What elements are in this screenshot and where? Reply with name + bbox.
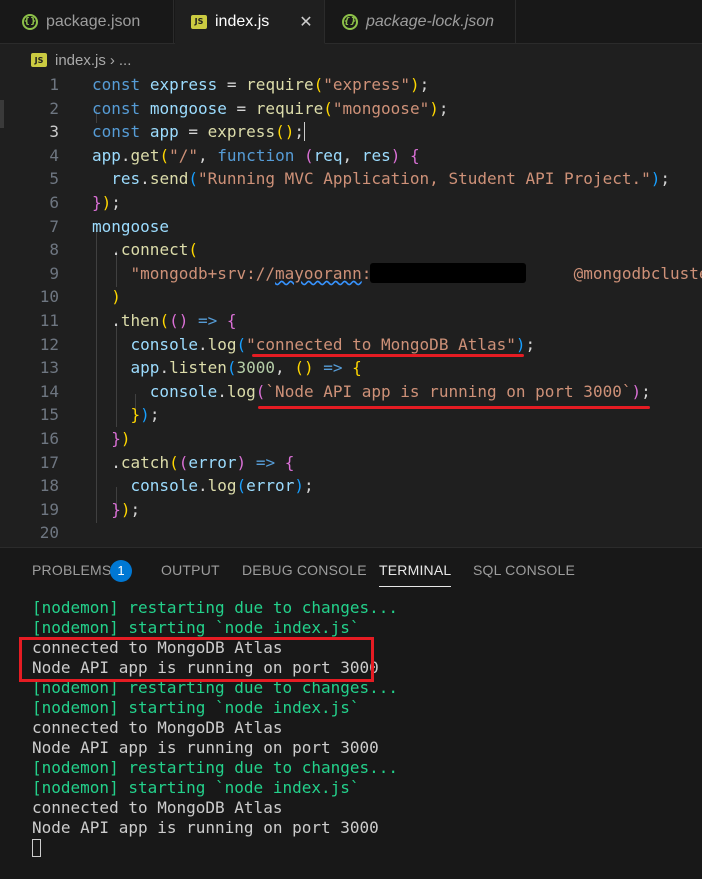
bottom-panel: PROBLEMS 1 OUTPUT DEBUG CONSOLE TERMINAL… [0,547,702,879]
code-line-13[interactable]: app.listen(3000, () => { [92,356,362,380]
code-line-6[interactable]: }); [92,191,121,215]
terminal-line: [nodemon] starting `node index.js` [32,778,360,797]
breadcrumb-separator: › [109,51,115,69]
tab-problems[interactable]: PROBLEMS [32,562,111,578]
line-number: 5 [49,169,59,189]
line-number-current: 3 [49,122,59,142]
line-number: 17 [39,452,59,472]
line-number: 19 [39,499,59,519]
js-icon: JS [191,14,207,29]
terminal-line: Node API app is running on port 3000 [32,818,379,837]
js-icon: JS [31,53,47,67]
code-line-14[interactable]: console.log(`Node API app is running on … [92,380,651,404]
terminal-line: [nodemon] starting `node index.js` [32,618,360,637]
line-number: 7 [49,216,59,236]
code-line-15[interactable]: }); [92,403,160,427]
code-line-16[interactable]: }) [92,427,130,451]
terminal-line: Node API app is running on port 3000 [32,738,379,757]
terminal-line: [nodemon] starting `node index.js` [32,698,360,717]
tab-package-json[interactable]: {} package.json [0,0,174,44]
tab-terminal[interactable]: TERMINAL [379,562,452,587]
annotation-underline [258,406,650,409]
terminal-line: connected to MongoDB Atlas [32,718,283,737]
code-line-17[interactable]: .catch((error) => { [92,451,294,475]
line-number: 18 [39,476,59,496]
line-number: 15 [39,405,59,425]
tab-label: package-lock.json [366,13,495,30]
line-number: 14 [39,381,59,401]
line-number: 11 [39,311,59,330]
code-line-2[interactable]: const mongoose = require("mongoose"); [92,97,448,121]
panel-tabs: PROBLEMS 1 OUTPUT DEBUG CONSOLE TERMINAL… [0,548,702,594]
line-number: 1 [49,75,59,94]
breadcrumb-more[interactable]: ... [119,52,132,69]
line-number: 20 [39,523,59,543]
line-number: 13 [39,358,59,378]
line-number: 6 [49,193,59,212]
tab-label: index.js [215,12,270,30]
editor-tab-bar: {} package.json JS index.js ✕ {} package… [0,0,702,44]
tab-index-js[interactable]: JS index.js ✕ [175,0,325,44]
code-line-10[interactable]: ) [92,285,121,309]
tab-label: package.json [46,13,141,30]
code-line-8[interactable]: .connect( [92,238,198,262]
line-number: 9 [49,263,59,283]
line-number: 4 [49,145,59,165]
line-number: 12 [39,334,59,354]
line-number: 2 [49,98,59,118]
code-line-19[interactable]: }); [92,498,140,522]
tab-output[interactable]: OUTPUT [161,562,220,578]
line-number: 16 [39,429,59,448]
annotation-box [19,637,374,682]
tab-sql-console[interactable]: SQL CONSOLE [473,562,575,578]
tab-debug-console[interactable]: DEBUG CONSOLE [242,562,367,578]
breadcrumb: JS index.js › ... [0,47,131,73]
terminal-line: [nodemon] restarting due to changes... [32,598,399,617]
code-line-4[interactable]: app.get("/", function (req, res) { [92,144,420,168]
code-editor[interactable]: 1 const express = require("express"); 2 co… [0,73,702,547]
breadcrumb-file[interactable]: index.js [55,52,106,69]
code-line-5[interactable]: res.send("Running MVC Application, Stude… [92,167,670,191]
terminal-cursor [32,839,41,857]
redacted-password [370,263,526,283]
code-line-11[interactable]: .then(() => { [92,309,236,333]
code-line-18[interactable]: console.log(error); [92,474,314,498]
close-icon[interactable]: ✕ [299,12,312,31]
json-icon: {} [342,14,358,30]
line-number: 8 [49,240,59,260]
code-line-3[interactable]: const app = express(); [92,120,315,144]
json-icon: {} [22,14,38,30]
line-number: 10 [39,287,59,307]
annotation-underline [252,354,524,357]
problems-count-badge: 1 [110,560,132,582]
terminal-line: [nodemon] restarting due to changes... [32,758,399,777]
terminal-line: connected to MongoDB Atlas [32,798,283,817]
tab-package-lock-json[interactable]: {} package-lock.json [326,0,516,44]
code-line-12[interactable]: console.log("connected to MongoDB Atlas"… [92,333,536,357]
code-line-7[interactable]: mongoose [92,215,169,239]
code-line-1[interactable]: const express = require("express"); [92,73,429,97]
